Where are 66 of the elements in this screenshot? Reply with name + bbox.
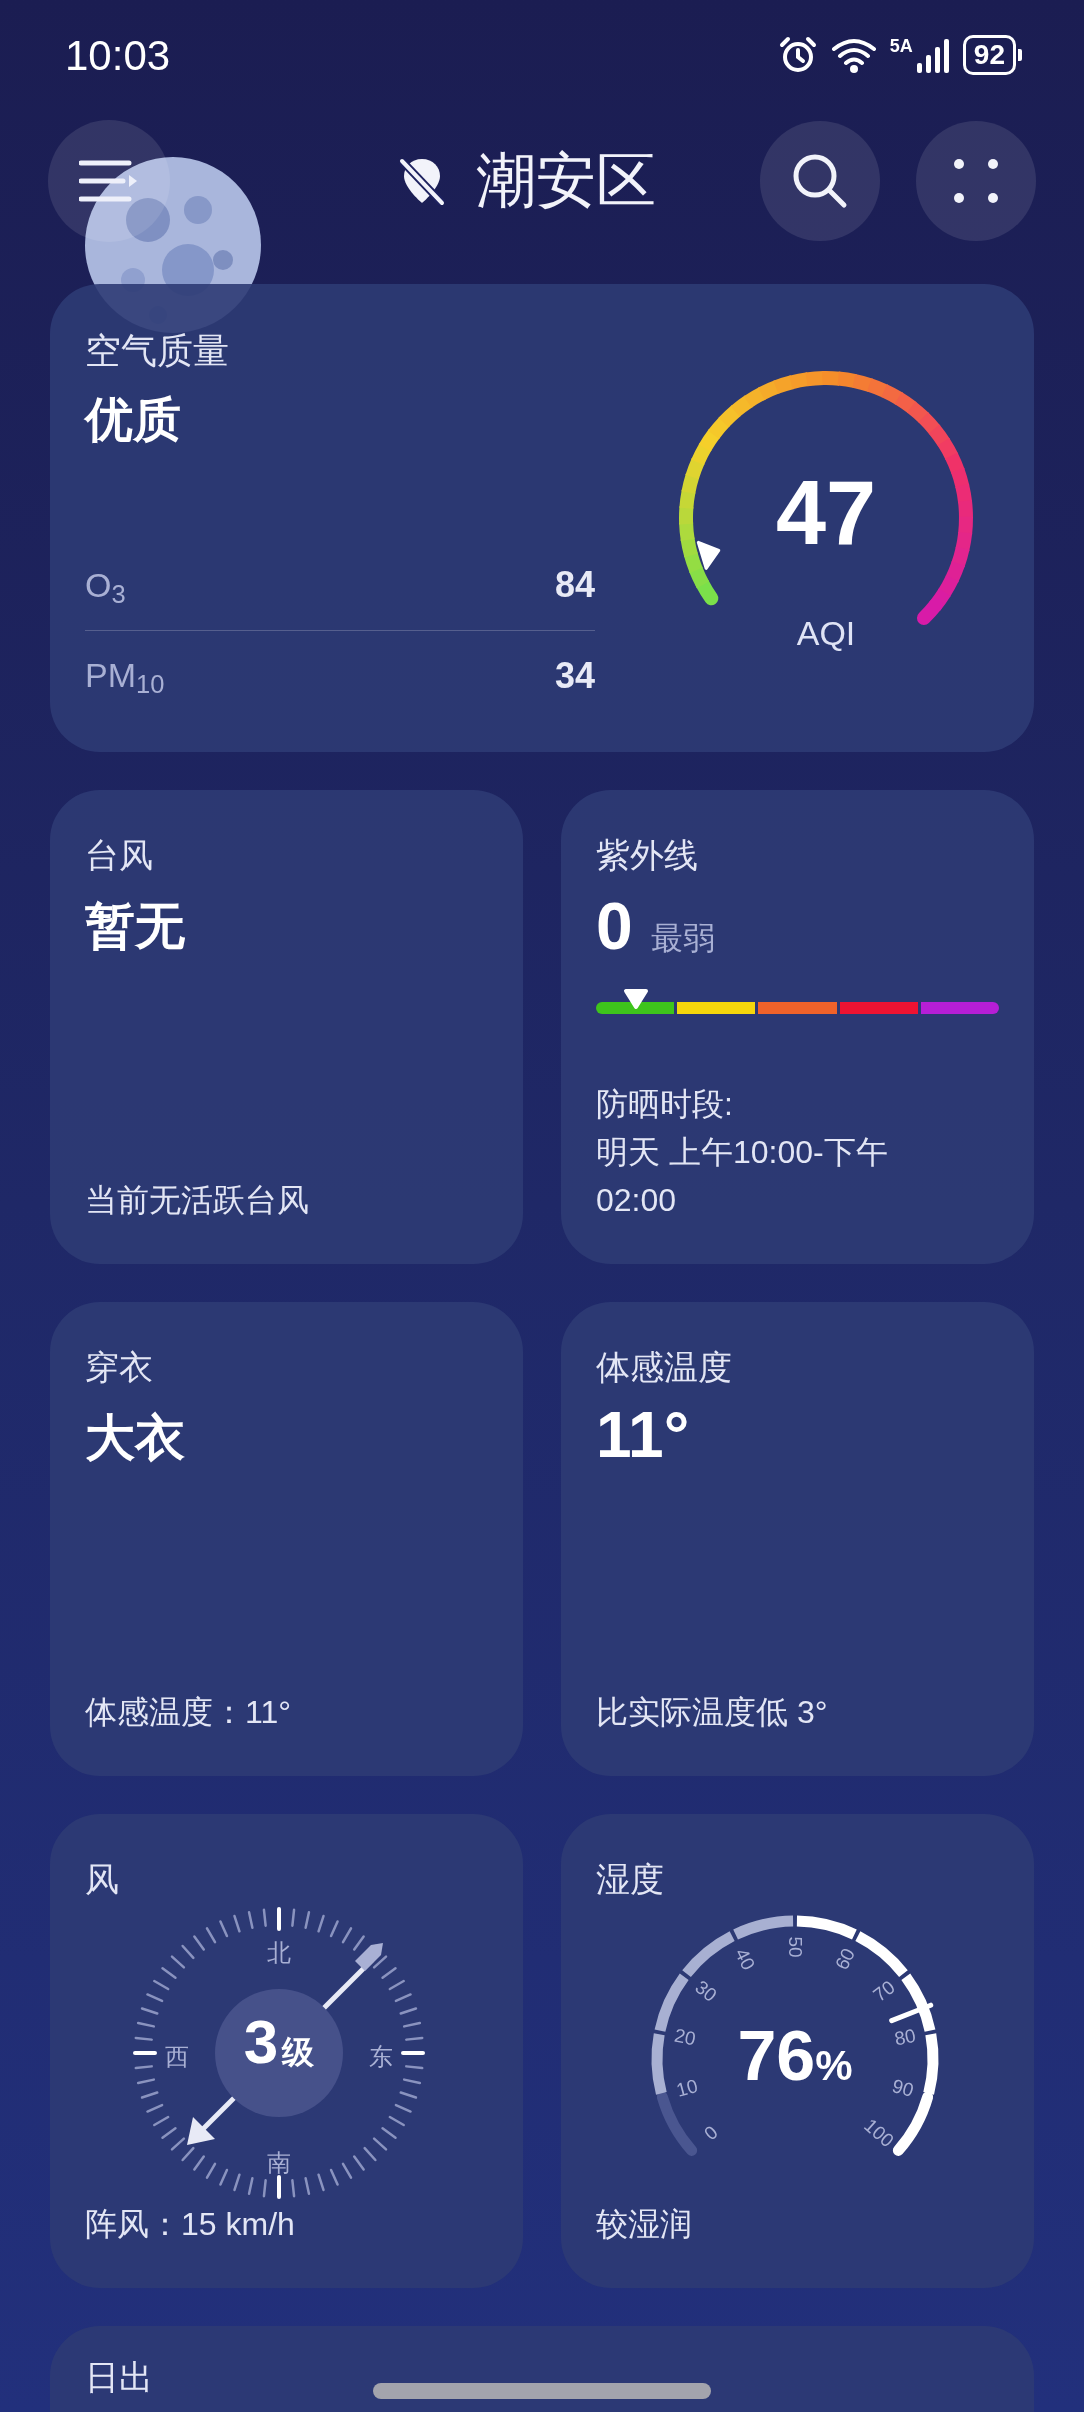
compass-label: 北 bbox=[267, 1938, 291, 1968]
alarm-icon bbox=[777, 35, 818, 75]
card-title: 湿度 bbox=[596, 1859, 665, 1900]
battery-tip bbox=[1018, 49, 1022, 61]
gauge-tick-label: 20 bbox=[672, 2026, 698, 2049]
pollutant-name: PM$_{10}$ bbox=[85, 655, 165, 701]
sun-protection-label: 防晒时段: bbox=[596, 1085, 734, 1124]
wind-card[interactable]: 风 北 西 3级 东 南 阵风：15 km/h bbox=[50, 1814, 523, 2288]
network-label: 5A bbox=[889, 37, 913, 55]
card-title: 体感温度 bbox=[596, 1347, 733, 1388]
compass-label: 西 bbox=[165, 2042, 189, 2072]
sun-protection-time: 明天 上午10:00-下午02:00 bbox=[596, 1133, 889, 1220]
battery-level: 92 bbox=[962, 35, 1016, 75]
gauge-tick-label: 10 bbox=[674, 2076, 700, 2101]
gauge-tick-label: 60 bbox=[831, 1944, 858, 1973]
card-note: 体感温度：11° bbox=[85, 1693, 292, 1732]
feels-like-card[interactable]: 体感温度 11° 比实际温度低 3° bbox=[561, 1302, 1034, 1776]
air-quality-rating: 优质 bbox=[85, 392, 182, 448]
gauge-tick-label: 80 bbox=[892, 2026, 918, 2049]
card-note: 较湿润 bbox=[596, 2205, 693, 2244]
humidity-unit: % bbox=[815, 2041, 853, 2091]
humidity-needle bbox=[889, 2002, 934, 2024]
air-quality-card[interactable]: 空气质量 优质 O$_{3}$ 84 PM$_{10}$ 34 47 AQI bbox=[50, 284, 1034, 752]
uv-card[interactable]: 紫外线 0 最弱 防晒时段: 明天 上午10:00-下午02:00 bbox=[561, 790, 1034, 1264]
humidity-value: 76 bbox=[737, 2021, 816, 2091]
status-time: 10:03 bbox=[65, 30, 171, 81]
compass-label: 南 bbox=[267, 2148, 291, 2178]
menu-icon bbox=[79, 159, 139, 203]
clothing-card[interactable]: 穿衣 大衣 体感温度：11° bbox=[50, 1302, 523, 1776]
gauge-marker bbox=[696, 540, 721, 570]
card-value: 暂无 bbox=[85, 897, 186, 956]
uv-rating: 最弱 bbox=[650, 919, 715, 958]
aqi-value: 47 bbox=[775, 468, 877, 558]
wind-grade: 3 bbox=[243, 2011, 279, 2073]
typhoon-card[interactable]: 台风 暂无 当前无活跃台风 bbox=[50, 790, 523, 1264]
card-title: 台风 bbox=[85, 835, 154, 876]
card-value: 大衣 bbox=[85, 1409, 186, 1468]
gust-speed: 阵风：15 km/h bbox=[85, 2205, 296, 2244]
gauge-tick-label: 40 bbox=[732, 1944, 759, 1973]
uv-value: 0 bbox=[596, 888, 633, 965]
card-title: 日出 bbox=[85, 2358, 153, 2396]
gauge-tick-label: 70 bbox=[869, 1977, 899, 2005]
card-note: 比实际温度低 3° bbox=[596, 1693, 829, 1732]
location-title: 潮安区 bbox=[476, 146, 656, 216]
card-title: 紫外线 bbox=[596, 835, 699, 876]
gauge-tick-label: 30 bbox=[691, 1977, 721, 2005]
card-note: 当前无活跃台风 bbox=[85, 1181, 310, 1220]
grid-dots-icon bbox=[951, 156, 1001, 206]
gauge-tick-label: 90 bbox=[890, 2076, 916, 2101]
gauge-tick-label: 0 bbox=[700, 2122, 722, 2144]
uv-marker bbox=[623, 987, 649, 1010]
card-title: 穿衣 bbox=[85, 1347, 154, 1388]
gauge-tick-label: 100 bbox=[860, 2115, 898, 2151]
card-title: 空气质量 bbox=[85, 329, 230, 373]
card-title: 风 bbox=[85, 1859, 120, 1900]
pollutant-value: 84 bbox=[554, 563, 595, 607]
compass-label: 东 bbox=[369, 2042, 393, 2072]
signal-icon bbox=[914, 37, 951, 73]
card-value: 11° bbox=[596, 1398, 691, 1473]
wind-grade-unit: 级 bbox=[282, 2033, 315, 2072]
gauge-tick-label: 50 bbox=[785, 1936, 805, 1958]
humidity-card[interactable]: 湿度 0 10 20 30 40 50 60 70 80 90 100 76% 较湿润 bbox=[561, 1814, 1034, 2288]
pollutant-value: 34 bbox=[554, 653, 595, 698]
pollutant-name: O$_{3}$ bbox=[85, 564, 126, 610]
sunrise-card[interactable]: 日出 bbox=[50, 2326, 1034, 2412]
aqi-label: AQI bbox=[796, 613, 856, 654]
